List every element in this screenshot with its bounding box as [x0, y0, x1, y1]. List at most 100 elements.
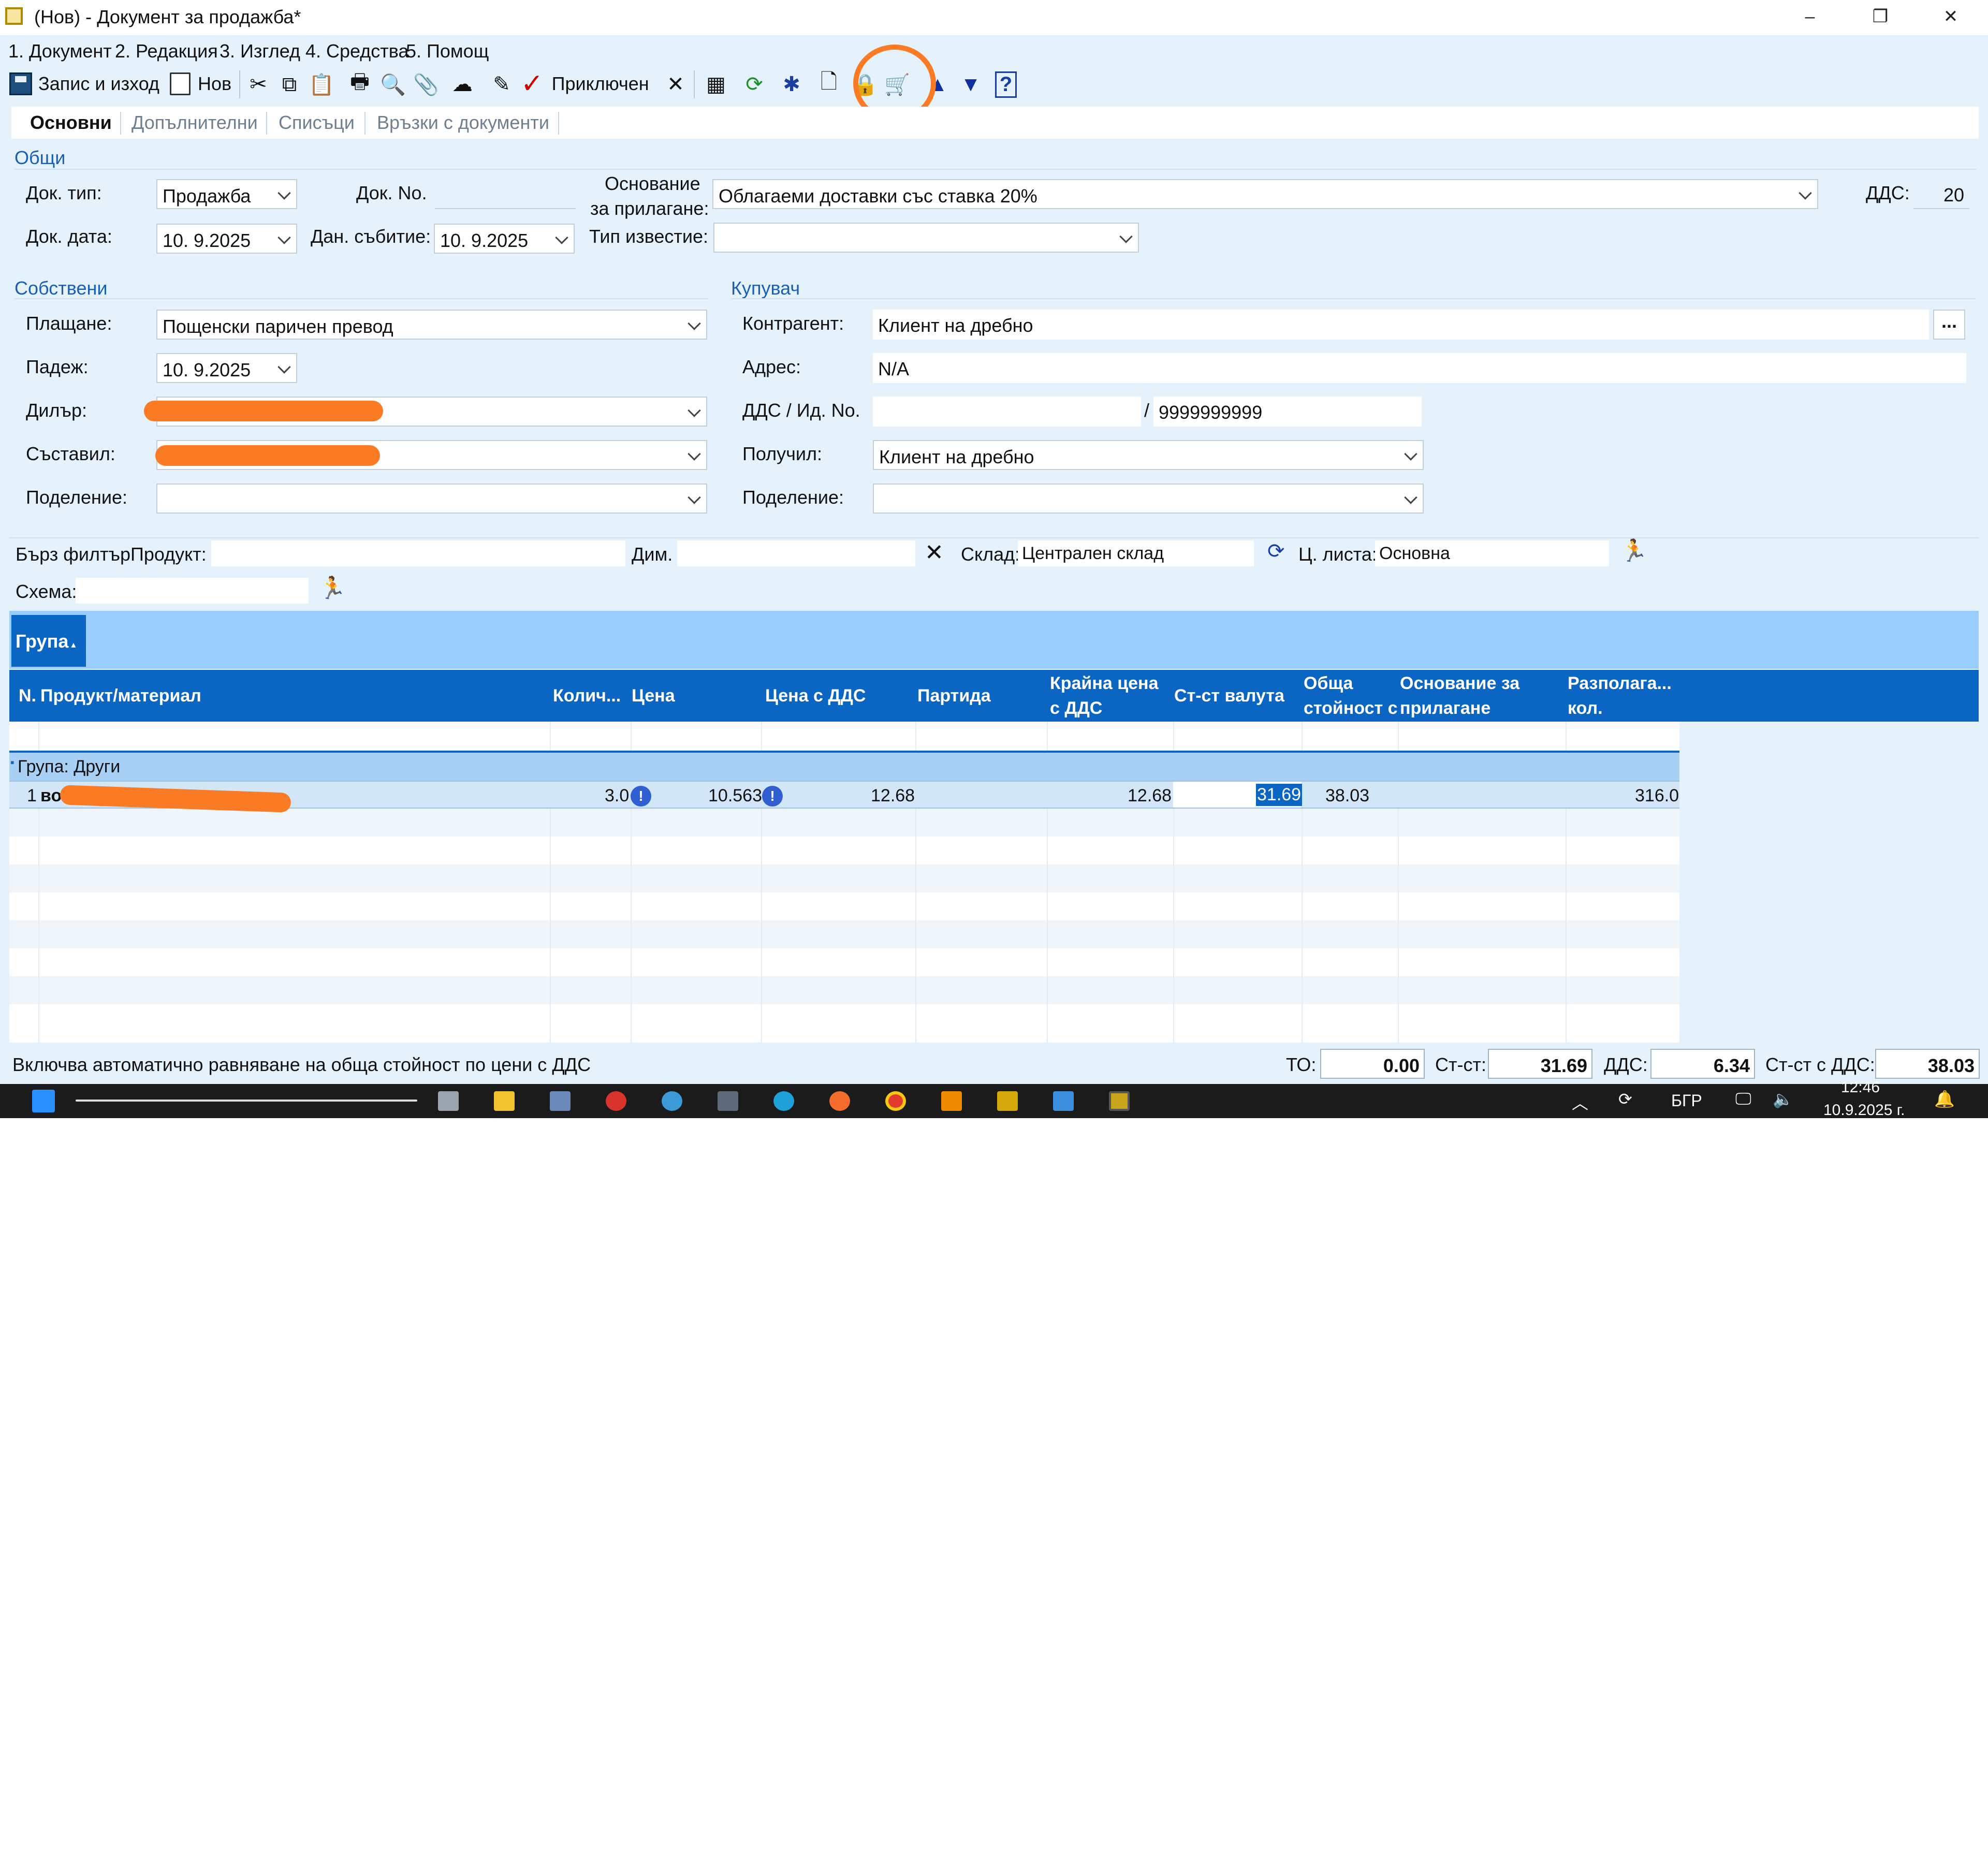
clock-time[interactable]: 12:46	[1841, 1079, 1880, 1096]
minimize-button[interactable]: –	[1775, 0, 1845, 35]
delete-icon[interactable]: ✕	[662, 70, 690, 98]
receiver-select[interactable]: Клиент на дребно	[873, 440, 1424, 470]
counterparty-more-button[interactable]: ...	[1933, 310, 1965, 340]
col-batch[interactable]: Партида	[917, 683, 991, 708]
refresh-icon[interactable]: ⟳	[740, 70, 768, 98]
division-select[interactable]	[156, 483, 707, 514]
row-value-selected[interactable]: 31.69	[1256, 784, 1303, 806]
tab-document-links[interactable]: Връзки с документи	[377, 112, 549, 134]
file-explorer-icon[interactable]	[494, 1091, 515, 1111]
vat-rate-input[interactable]: 20	[1913, 179, 1969, 209]
col-product[interactable]: Продукт/материал	[40, 683, 201, 708]
id-no-input[interactable]: 9999999999	[1153, 397, 1422, 427]
page-icon[interactable]: 🗋	[815, 70, 843, 98]
star-icon[interactable]: ✱	[778, 70, 806, 98]
menu-edit[interactable]: 2. Редакция	[115, 40, 218, 62]
task-view-icon[interactable]	[438, 1091, 459, 1111]
cut-icon[interactable]: ✂	[244, 70, 272, 98]
doc-date-picker[interactable]: 10. 9.2025	[156, 224, 297, 254]
address-input[interactable]: N/A	[873, 353, 1966, 383]
col-available[interactable]: Разполага... кол.	[1568, 671, 1672, 721]
erp-app-active-icon[interactable]	[1109, 1091, 1130, 1111]
remote-desktop-icon[interactable]	[718, 1091, 738, 1111]
group-row[interactable]: ▪ Група: Други	[9, 751, 1679, 781]
cloud-icon[interactable]: ☁	[448, 70, 476, 98]
col-cur-value[interactable]: Ст-ст валута	[1174, 683, 1284, 708]
run-filter-icon[interactable]: 🏃	[1620, 538, 1647, 564]
close-button[interactable]: ✕	[1916, 0, 1986, 35]
copy-icon[interactable]: ⧉	[275, 70, 303, 98]
col-total[interactable]: Обща стойност с	[1304, 671, 1398, 721]
scheme-label: Схема:	[16, 581, 77, 602]
product-filter-input[interactable]	[211, 540, 625, 566]
edge-icon[interactable]	[773, 1091, 794, 1111]
tab-additional[interactable]: Допълнителни	[131, 112, 258, 134]
calculator-icon[interactable]	[550, 1091, 571, 1111]
tab-main[interactable]: Основни	[30, 112, 112, 134]
chrome-icon[interactable]	[885, 1091, 906, 1111]
warehouse-input[interactable]: Централен склад	[1018, 540, 1254, 566]
info-icon[interactable]: !	[631, 786, 651, 807]
sync-icon[interactable]: ⟳	[1618, 1089, 1632, 1109]
paste-icon[interactable]: 📋	[308, 70, 335, 98]
doc-type-select[interactable]: Продажба	[156, 179, 297, 209]
swap-warehouse-icon[interactable]: ⟳	[1267, 539, 1285, 563]
save-exit-button[interactable]: Запис и изход	[9, 68, 159, 99]
firefox-icon[interactable]	[829, 1091, 850, 1111]
calendar-icon[interactable]: ▦	[702, 70, 730, 98]
help-icon[interactable]: ?	[992, 70, 1020, 98]
menu-document[interactable]: 1. Документ	[8, 40, 112, 62]
col-price[interactable]: Цена	[632, 683, 675, 708]
col-price-vat[interactable]: Цена с ДДС	[765, 683, 866, 708]
edit-icon[interactable]: ✎	[488, 70, 516, 98]
preview-icon[interactable]: 🔍	[379, 70, 407, 98]
run-scheme-icon[interactable]: 🏃	[319, 576, 346, 601]
windows-start-icon[interactable]	[32, 1090, 55, 1112]
col-final-price-line1: Крайна цена	[1050, 673, 1159, 693]
col-basis[interactable]: Основание за прилагане	[1400, 671, 1519, 721]
notice-type-select[interactable]	[713, 223, 1139, 253]
erp-app-icon[interactable]	[997, 1091, 1018, 1111]
clock-date[interactable]: 10.9.2025 г.	[1823, 1102, 1905, 1118]
language-indicator[interactable]: БГР	[1671, 1091, 1702, 1110]
restore-button[interactable]: ❐	[1845, 0, 1916, 35]
payment-label: Плащане:	[26, 313, 112, 334]
menu-view[interactable]: 3. Изглед	[220, 40, 300, 62]
tab-lists[interactable]: Списъци	[279, 112, 355, 134]
network-app-icon[interactable]	[662, 1091, 682, 1111]
network-icon[interactable]: 🖵	[1735, 1089, 1751, 1109]
notepad-icon[interactable]	[1053, 1091, 1074, 1111]
doc-no-input[interactable]	[435, 179, 576, 209]
volume-icon[interactable]: 🔈	[1773, 1089, 1793, 1109]
attach-icon[interactable]: 📎	[412, 70, 440, 98]
due-date-picker[interactable]: 10. 9.2025	[156, 353, 297, 383]
counterparty-input[interactable]: Клиент на дребно	[873, 310, 1929, 340]
vat-no-input[interactable]	[873, 397, 1141, 427]
completed-button[interactable]: ✓ Приключен	[521, 68, 649, 99]
new-button[interactable]: Нов	[170, 68, 231, 99]
info-icon[interactable]: !	[762, 786, 783, 807]
group-column-chip[interactable]: Група ▴	[11, 615, 86, 667]
menu-tools[interactable]: 4. Средства	[305, 40, 409, 62]
remote-app-icon[interactable]	[606, 1091, 626, 1111]
basis-select[interactable]: Облагаеми доставки със ставка 20%	[712, 179, 1818, 209]
notifications-icon[interactable]: 🔔	[1934, 1089, 1955, 1109]
payment-select[interactable]: Пощенски паричен превод	[156, 310, 707, 340]
collapse-icon[interactable]: ▪	[10, 756, 14, 769]
print-icon[interactable]: 🖶	[346, 70, 374, 98]
clear-filter-icon[interactable]: ✕	[925, 539, 944, 566]
buyer-division-select[interactable]	[873, 483, 1424, 514]
col-qty[interactable]: Колич...	[553, 683, 621, 708]
arrow-down-icon[interactable]: ▼	[957, 70, 985, 98]
search-bar[interactable]	[76, 1100, 417, 1102]
chevron-up-icon[interactable]: ︿	[1572, 1090, 1588, 1114]
dim-filter-input[interactable]	[677, 540, 915, 566]
col-n[interactable]: N.	[19, 683, 36, 708]
menu-help[interactable]: 5. Помощ	[406, 40, 489, 62]
price-list-input[interactable]: Основна	[1375, 540, 1609, 566]
cur-value-cell-editor[interactable]: 31.69	[1173, 782, 1303, 808]
vlc-icon[interactable]	[941, 1091, 962, 1111]
tax-event-picker[interactable]: 10. 9.2025	[434, 224, 575, 254]
scheme-input[interactable]	[76, 578, 309, 604]
col-final-price[interactable]: Крайна цена с ДДС	[1050, 671, 1158, 721]
